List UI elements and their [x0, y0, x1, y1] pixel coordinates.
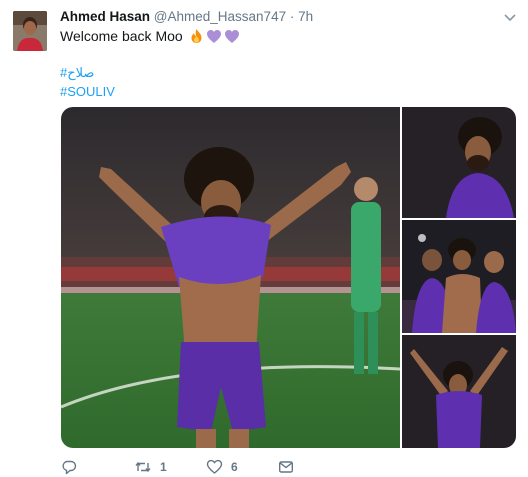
fire-emoji — [189, 28, 204, 47]
portrait-photo[interactable] — [402, 107, 516, 218]
like-icon — [206, 459, 223, 475]
team-celebration-photo[interactable] — [402, 220, 516, 333]
retweet-count: 1 — [160, 460, 167, 474]
chevron-down-icon[interactable] — [503, 11, 517, 23]
separator-dot: · — [289, 9, 295, 24]
hashtag-link[interactable]: #صلاح — [60, 65, 94, 81]
hashtag-link[interactable]: #SOULIV — [60, 84, 115, 99]
tweet-text-content: Welcome back Moo — [60, 28, 183, 45]
purple-heart-emoji — [206, 29, 222, 47]
avatar-image — [13, 11, 47, 51]
tweet-actions: 1 6 — [0, 458, 528, 476]
tweet-text: Welcome back Moo — [60, 28, 240, 47]
avatar[interactable] — [13, 11, 47, 51]
arms-raised-photo[interactable] — [402, 335, 516, 448]
celebration-main-photo[interactable] — [61, 107, 401, 448]
tweet-card: Ahmed Hasan @Ahmed_Hassan747 · 7h Welcom… — [0, 0, 528, 477]
like-count: 6 — [231, 460, 238, 474]
tweet-header: Ahmed Hasan @Ahmed_Hassan747 · 7h — [60, 9, 313, 24]
purple-heart-emoji — [224, 29, 240, 47]
like-button[interactable]: 6 — [206, 458, 238, 476]
reply-button[interactable] — [61, 458, 85, 476]
dm-button[interactable] — [278, 458, 294, 476]
author-handle[interactable]: @Ahmed_Hassan747 — [154, 9, 286, 24]
dm-icon — [278, 459, 294, 475]
author-name[interactable]: Ahmed Hasan — [60, 9, 150, 24]
media-grid — [61, 107, 516, 448]
reply-icon — [61, 459, 77, 475]
tweet-time[interactable]: 7h — [298, 9, 313, 24]
retweet-button[interactable]: 1 — [134, 458, 167, 476]
retweet-icon — [134, 459, 152, 475]
